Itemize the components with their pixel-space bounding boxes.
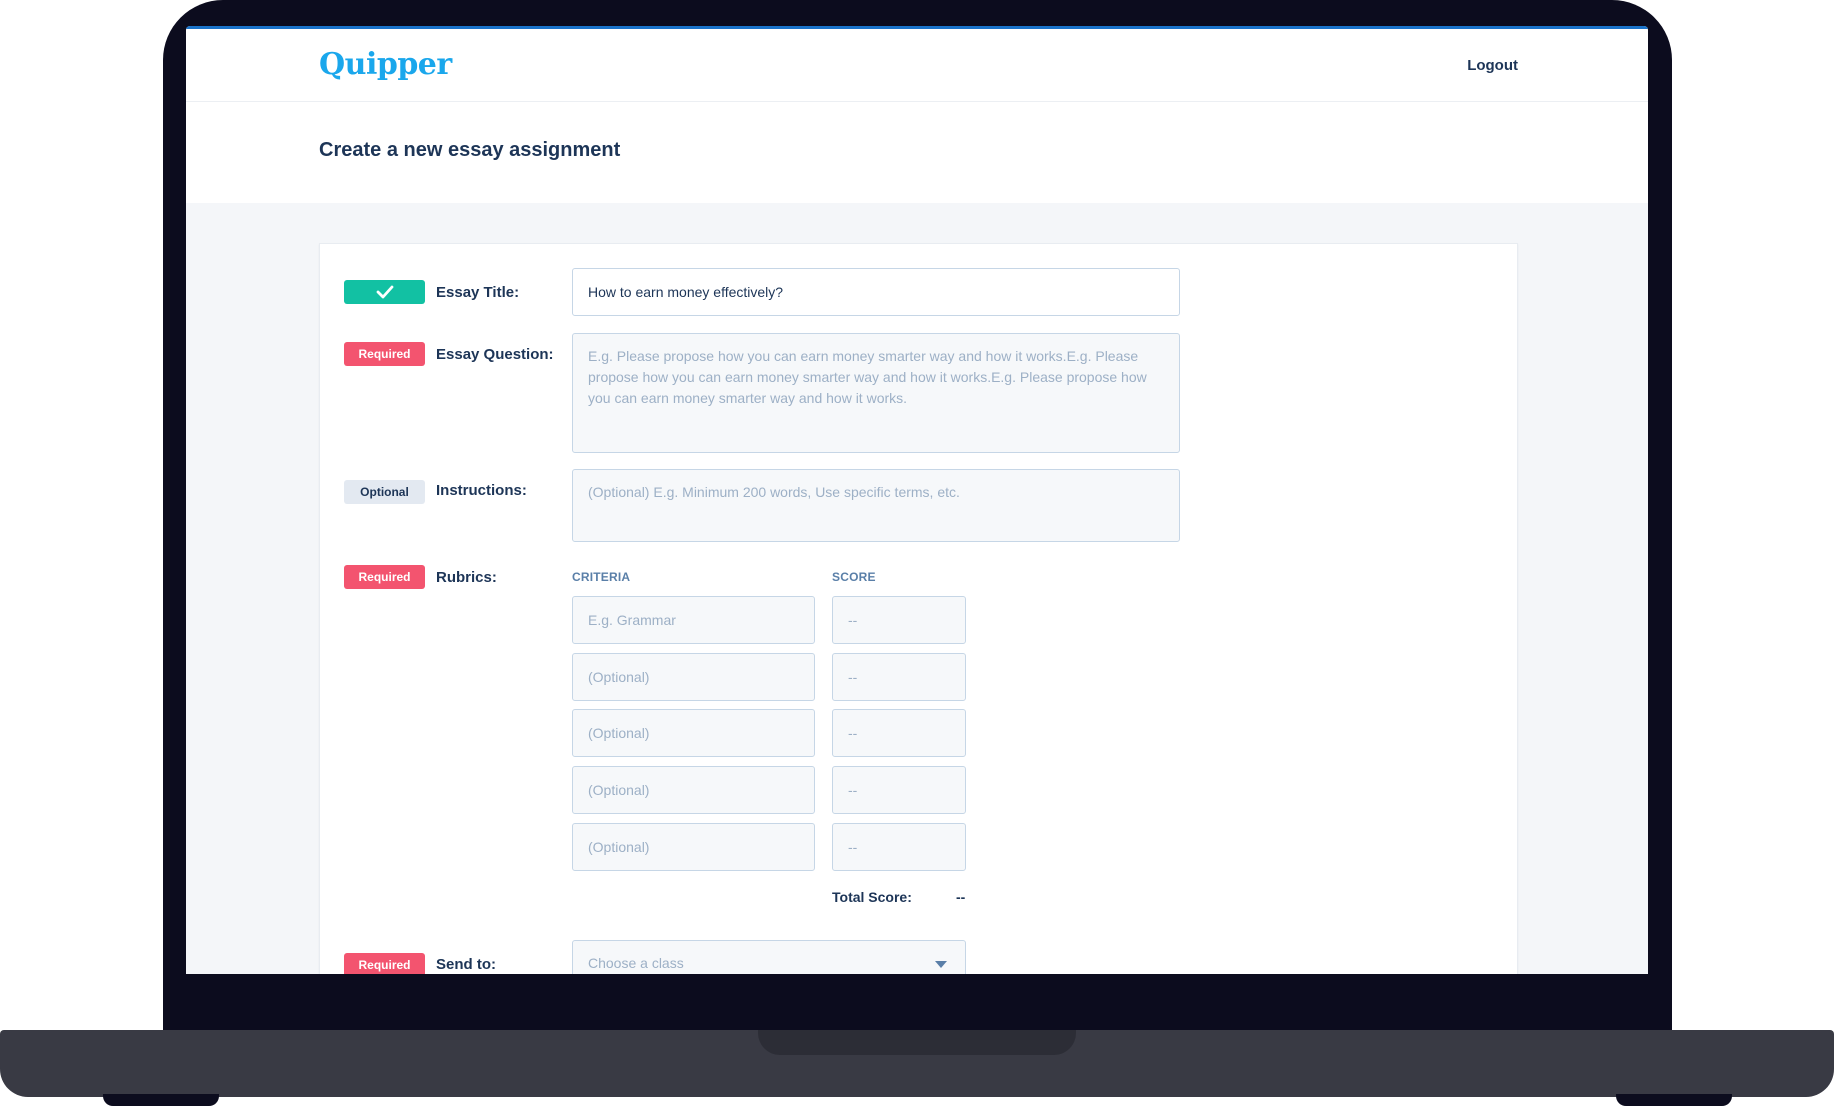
instructions-label: Instructions: (436, 482, 527, 499)
essay-title-input[interactable]: How to earn money effectively? (572, 268, 1180, 316)
essay-question-required-badge: Required (344, 342, 425, 366)
rubric-score-placeholder: -- (848, 839, 858, 855)
essay-title-label: Essay Title: (436, 284, 520, 301)
rubric-score-placeholder: -- (848, 725, 858, 741)
rubric-criteria-input[interactable]: (Optional) (572, 709, 815, 757)
form-viewport: Essay Title: How to earn money effective… (186, 26, 1648, 974)
rubric-score-placeholder: -- (848, 782, 858, 798)
rubric-criteria-input[interactable]: (Optional) (572, 766, 815, 814)
rubric-score-placeholder: -- (848, 669, 858, 685)
rubric-criteria-placeholder: (Optional) (588, 669, 650, 685)
rubrics-required-badge: Required (344, 565, 425, 589)
check-icon (376, 285, 393, 299)
instructions-textarea[interactable]: (Optional) E.g. Minimum 200 words, Use s… (572, 469, 1180, 542)
criteria-column-header: CRITERIA (572, 570, 631, 584)
rubric-criteria-input[interactable]: (Optional) (572, 653, 815, 701)
total-score-label: Total Score: (832, 889, 912, 905)
rubric-score-input[interactable]: -- (832, 709, 966, 757)
rubric-criteria-placeholder: (Optional) (588, 839, 650, 855)
rubric-score-input[interactable]: -- (832, 653, 966, 701)
rubric-criteria-placeholder: (Optional) (588, 782, 650, 798)
send-to-required-badge: Required (344, 953, 425, 974)
essay-question-placeholder: E.g. Please propose how you can earn mon… (588, 348, 1147, 406)
laptop-foot-left (103, 1094, 219, 1106)
instructions-optional-badge: Optional (344, 480, 425, 504)
send-to-label: Send to: (436, 956, 496, 973)
rubric-score-input[interactable]: -- (832, 596, 966, 644)
rubric-score-input[interactable]: -- (832, 766, 966, 814)
total-score-value: -- (956, 889, 966, 905)
chevron-down-icon (935, 961, 947, 968)
instructions-placeholder: (Optional) E.g. Minimum 200 words, Use s… (588, 484, 960, 500)
essay-question-textarea[interactable]: E.g. Please propose how you can earn mon… (572, 333, 1180, 453)
rubric-score-placeholder: -- (848, 612, 858, 628)
laptop-notch (758, 1030, 1076, 1055)
rubric-criteria-placeholder: (Optional) (588, 725, 650, 741)
laptop-foot-right (1616, 1094, 1732, 1106)
rubric-criteria-input[interactable]: (Optional) (572, 823, 815, 871)
class-select[interactable]: Choose a class (572, 940, 966, 974)
class-select-placeholder: Choose a class (588, 955, 684, 971)
essay-question-label: Essay Question: (436, 346, 554, 363)
rubrics-label: Rubrics: (436, 569, 497, 586)
form-layer: Essay Title: How to earn money effective… (186, 26, 1648, 974)
rubric-criteria-placeholder: E.g. Grammar (588, 612, 676, 628)
score-column-header: SCORE (832, 570, 876, 584)
essay-title-status (344, 280, 425, 304)
rubric-score-input[interactable]: -- (832, 823, 966, 871)
essay-title-value: How to earn money effectively? (588, 284, 784, 300)
rubric-criteria-input[interactable]: E.g. Grammar (572, 596, 815, 644)
